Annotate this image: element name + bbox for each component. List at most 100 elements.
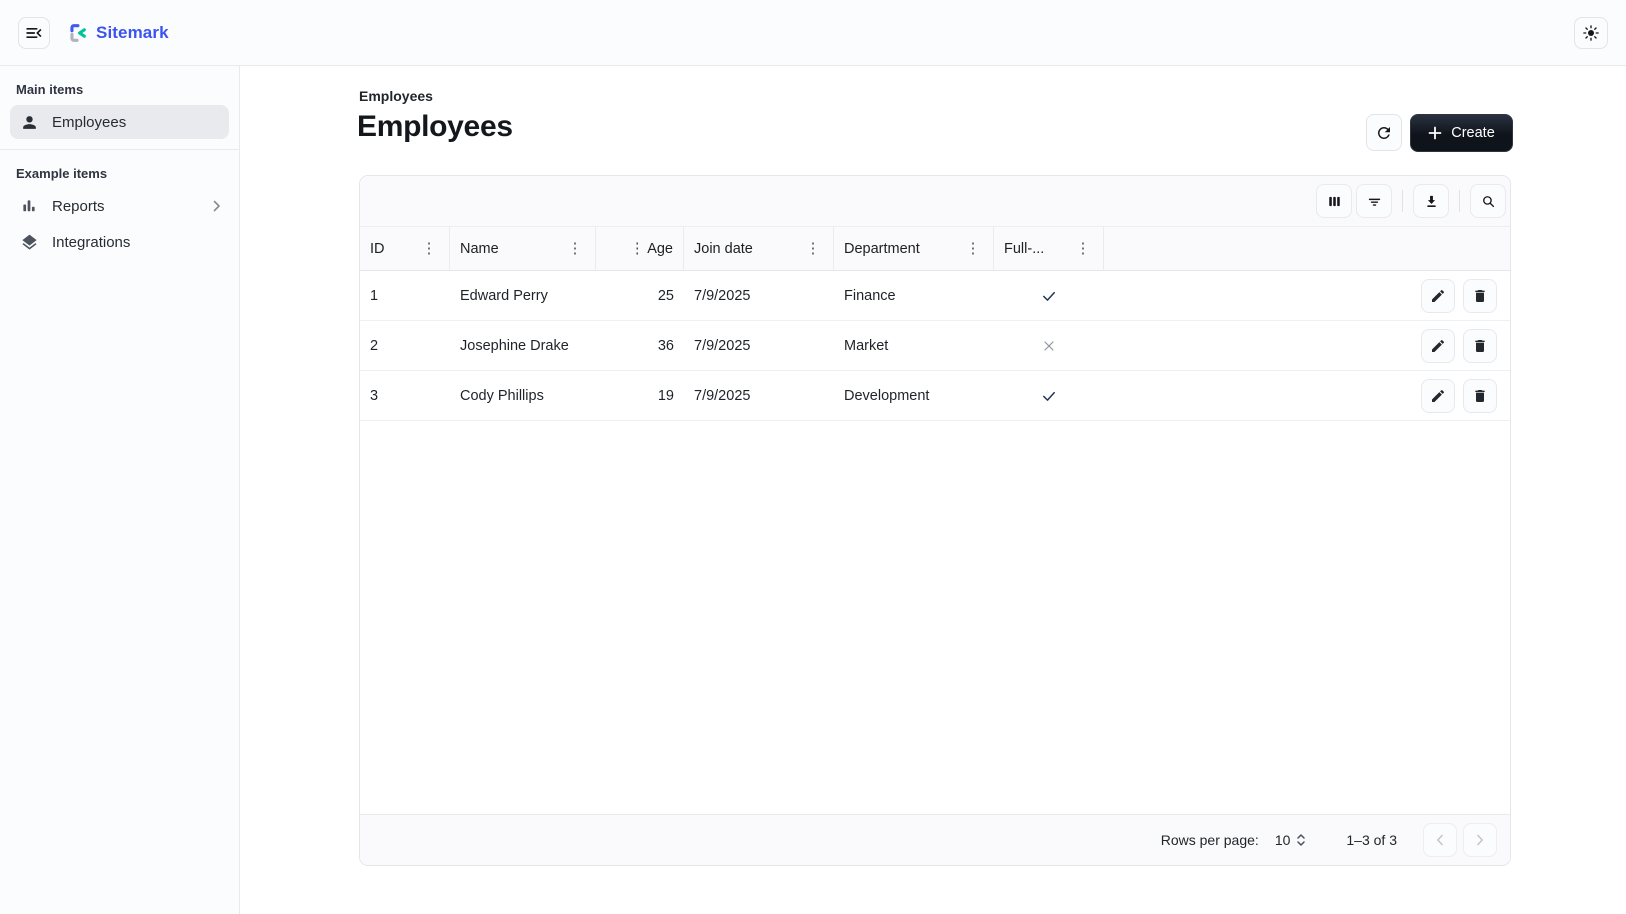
cell-id[interactable]: 1 (360, 271, 450, 320)
sidebar-item-label: Integrations (52, 234, 130, 251)
spinner-icon (1296, 832, 1306, 848)
cell-age[interactable]: 36 (596, 321, 684, 370)
cell-join-date[interactable]: 7/9/2025 (684, 321, 834, 370)
next-page-button[interactable] (1463, 823, 1497, 857)
page-title: Employees (357, 110, 513, 144)
search-icon (1480, 193, 1497, 210)
kebab-icon[interactable]: ⋮ (963, 237, 983, 261)
bar-chart-icon (18, 197, 40, 215)
previous-page-button[interactable] (1423, 823, 1457, 857)
column-header-actions (1104, 227, 1510, 270)
cell-id[interactable]: 3 (360, 371, 450, 420)
chevron-right-icon (213, 200, 221, 212)
plus-icon (1428, 126, 1442, 140)
edit-icon (1430, 338, 1446, 354)
edit-button[interactable] (1421, 279, 1455, 313)
kebab-icon[interactable]: ⋮ (803, 237, 823, 261)
column-header-department[interactable]: Department ⋮ (834, 227, 994, 270)
cell-department[interactable]: Development (834, 371, 994, 420)
delete-icon (1472, 288, 1488, 304)
table-row[interactable]: 3 Cody Phillips 19 7/9/2025 Development (360, 371, 1510, 421)
cell-name[interactable]: Cody Phillips (450, 371, 596, 420)
delete-button[interactable] (1463, 379, 1497, 413)
column-header-join-date[interactable]: Join date ⋮ (684, 227, 834, 270)
refresh-button[interactable] (1366, 114, 1402, 151)
cell-age[interactable]: 19 (596, 371, 684, 420)
filter-button[interactable] (1356, 184, 1392, 218)
column-header-name[interactable]: Name ⋮ (450, 227, 596, 270)
grid-footer: Rows per page: 10 1–3 of 3 (360, 814, 1510, 865)
columns-icon (1326, 193, 1343, 210)
download-button[interactable] (1413, 184, 1449, 218)
toolbar-divider (1402, 190, 1403, 212)
sidebar-divider (0, 149, 239, 150)
edit-icon (1430, 388, 1446, 404)
table-row[interactable]: 2 Josephine Drake 36 7/9/2025 Market (360, 321, 1510, 371)
grid-header-row: ID ⋮ Name ⋮ Age ⋮ Join date ⋮ Department (360, 226, 1510, 271)
edit-button[interactable] (1421, 379, 1455, 413)
pagination-chevron-right-icon (1476, 834, 1484, 846)
sidebar-section-example-items: Example items (0, 158, 239, 187)
column-header-full-time[interactable]: Full-... ⋮ (994, 227, 1104, 270)
person-icon (18, 113, 40, 132)
cell-department[interactable]: Finance (834, 271, 994, 320)
chevron-left-icon (1436, 834, 1444, 846)
cell-id[interactable]: 2 (360, 321, 450, 370)
table-row[interactable]: 1 Edward Perry 25 7/9/2025 Finance (360, 271, 1510, 321)
sidebar-item-label: Employees (52, 114, 126, 131)
sidebar-item-reports[interactable]: Reports (10, 189, 229, 223)
create-button[interactable]: Create (1410, 114, 1513, 152)
brand-name: Sitemark (96, 23, 169, 43)
cell-department[interactable]: Market (834, 321, 994, 370)
check-icon (1040, 387, 1058, 405)
theme-toggle-button[interactable] (1574, 17, 1608, 49)
sidebar-item-employees[interactable]: Employees (10, 105, 229, 139)
search-button[interactable] (1470, 184, 1506, 218)
cell-full-time[interactable] (994, 371, 1104, 420)
rows-per-page-select[interactable]: 10 (1275, 832, 1307, 848)
cell-full-time[interactable] (994, 271, 1104, 320)
topbar: Sitemark (0, 0, 1626, 66)
cell-full-time[interactable] (994, 321, 1104, 370)
rows-per-page-label: Rows per page: (1161, 832, 1259, 848)
edit-button[interactable] (1421, 329, 1455, 363)
cell-age[interactable]: 25 (596, 271, 684, 320)
column-header-age[interactable]: Age ⋮ (596, 227, 684, 270)
grid-toolbar (360, 176, 1510, 226)
app-root: Sitemark Main items Employees Exampl (0, 0, 1626, 914)
row-actions (1104, 321, 1510, 370)
cell-join-date[interactable]: 7/9/2025 (684, 271, 834, 320)
menu-toggle-button[interactable] (18, 17, 50, 49)
column-header-id[interactable]: ID ⋮ (360, 227, 450, 270)
cross-icon (1041, 338, 1057, 354)
delete-icon (1472, 338, 1488, 354)
sidebar-section-main-items: Main items (0, 74, 239, 103)
filter-icon (1366, 193, 1383, 210)
refresh-icon (1375, 124, 1393, 142)
kebab-icon[interactable]: ⋮ (627, 237, 647, 261)
cell-name[interactable]: Edward Perry (450, 271, 596, 320)
delete-button[interactable] (1463, 279, 1497, 313)
layers-icon (18, 233, 40, 252)
delete-button[interactable] (1463, 329, 1497, 363)
columns-button[interactable] (1316, 184, 1352, 218)
download-icon (1423, 193, 1440, 210)
kebab-icon[interactable]: ⋮ (1073, 237, 1093, 261)
kebab-icon[interactable]: ⋮ (565, 237, 585, 261)
rows-per-page-value: 10 (1275, 832, 1291, 848)
toolbar-divider (1459, 190, 1460, 212)
sidebar-item-integrations[interactable]: Integrations (10, 225, 229, 259)
cell-name[interactable]: Josephine Drake (450, 321, 596, 370)
row-actions (1104, 271, 1510, 320)
check-icon (1040, 287, 1058, 305)
breadcrumb: Employees (359, 88, 433, 104)
kebab-icon[interactable]: ⋮ (419, 237, 439, 261)
create-button-label: Create (1451, 125, 1495, 141)
brand[interactable]: Sitemark (66, 22, 169, 44)
sidebar: Main items Employees Example items Repor… (0, 66, 240, 914)
cell-join-date[interactable]: 7/9/2025 (684, 371, 834, 420)
menu-open-icon (24, 23, 44, 43)
row-actions (1104, 371, 1510, 420)
sitemark-logo (66, 22, 88, 44)
sun-icon (1582, 24, 1600, 42)
